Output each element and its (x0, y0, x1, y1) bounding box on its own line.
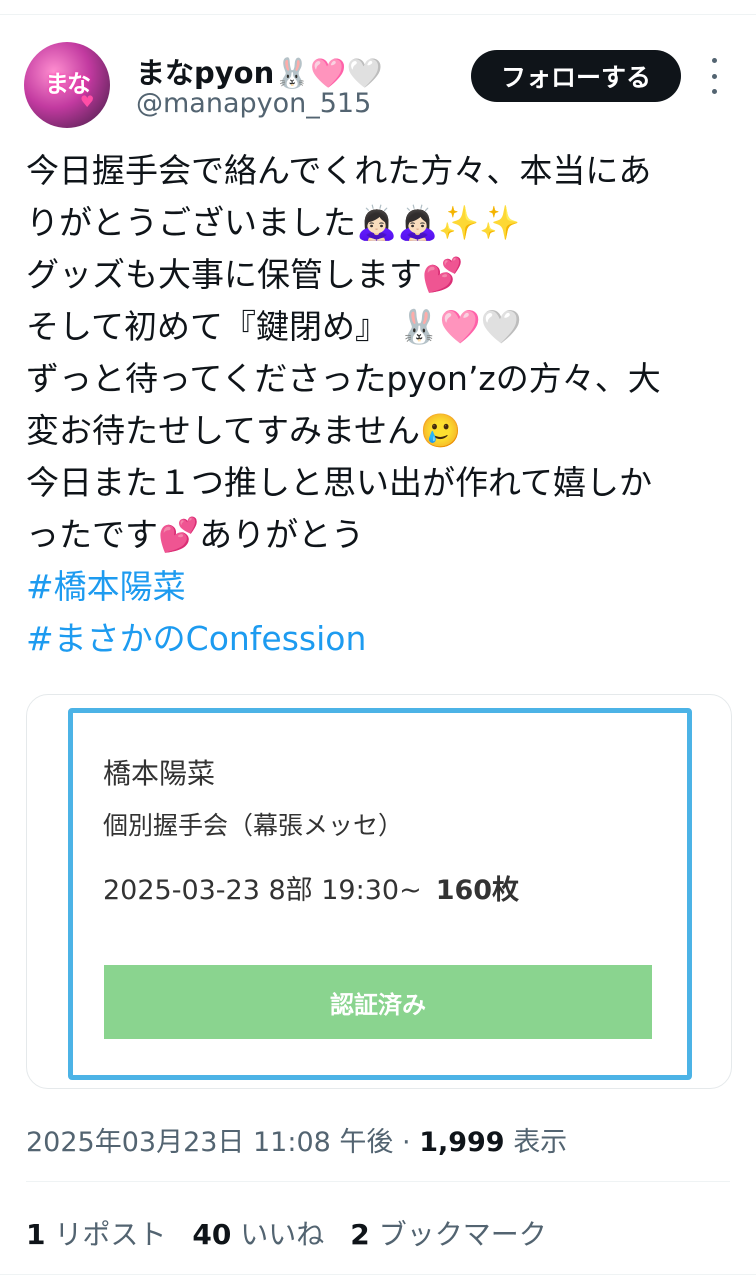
tears-emoji-icon: 🥲 (420, 411, 462, 450)
bowing-sparkles-emoji-icon: 🙇🏻‍♀️🙇🏻‍♀️✨✨ (356, 203, 521, 242)
tweet-line: グッズも大事に保管します💕 (26, 255, 464, 294)
hashtag-link[interactable]: #橋本陽菜 (26, 561, 736, 613)
engagement-stats: 1 リポスト 40 いいね 2 ブックマーク (26, 1213, 547, 1253)
views-label: 表示 (513, 1127, 568, 1158)
display-name-text: まなpyon (136, 56, 275, 90)
tweet-metadata: 2025年03月23日 11:08 午後 · 1,999 表示 (26, 1120, 567, 1159)
bookmarks-label: ブックマーク (378, 1218, 547, 1251)
tweet-text: 今日握手会で絡んでくれた方々、本当にあ りがとうございました🙇🏻‍♀️🙇🏻‍♀️… (26, 145, 736, 665)
verified-status-button: 認証済み (104, 965, 652, 1039)
ticket-date-text: 2025-03-23 8部 19:30~ (103, 875, 422, 906)
bottom-divider (0, 1274, 756, 1275)
author-handle[interactable]: @manapyon_515 (136, 88, 371, 119)
meta-separator: · (402, 1127, 411, 1158)
reposts-count: 1 (26, 1218, 46, 1251)
pink-heart-emoji-icon: 🩷 (310, 56, 347, 90)
white-heart-emoji-icon: 🤍 (346, 56, 383, 90)
bookmarks-count: 2 (350, 1218, 370, 1251)
ticket-date-slot: 2025-03-23 8部 19:30~ 160枚 (103, 868, 519, 907)
divider (26, 1181, 730, 1182)
tweet-line: 今日また１つ推しと思い出が作れて嬉しか (26, 463, 653, 502)
ticket-member-name: 橋本陽菜 (103, 757, 216, 790)
bunny-emoji-icon: 🐰 (274, 56, 311, 90)
follow-button[interactable]: フォローする (471, 50, 681, 102)
bunny-hearts-emoji-icon: 🐰🩷🤍 (398, 307, 522, 346)
tweet-line: りがとうございました🙇🏻‍♀️🙇🏻‍♀️✨✨ (26, 203, 521, 242)
ticket-event-name: 個別握手会（幕張メッセ） (103, 811, 404, 840)
hashtag-link[interactable]: #まさかのConfession (26, 613, 736, 665)
avatar-heart-icon: ♥ (80, 92, 95, 111)
tweet-line: 今日握手会で絡んでくれた方々、本当にあ (26, 151, 652, 190)
author-display-name[interactable]: まなpyon🐰🩷🤍 (136, 50, 383, 92)
tweet-line: そして初めて『鍵閉め』 🐰🩷🤍 (26, 307, 522, 346)
timestamp[interactable]: 2025年03月23日 11:08 午後 (26, 1127, 393, 1158)
views-count: 1,999 (419, 1127, 505, 1158)
tweet-line: 変お待たせしてすみません🥲 (26, 411, 462, 450)
likes-count: 40 (192, 1218, 232, 1251)
tweet-line: ったです💕ありがとう (26, 515, 365, 554)
avatar[interactable]: まな ♥ (24, 42, 110, 128)
reposts-label: リポスト (54, 1218, 167, 1251)
two-hearts-emoji-icon: 💕 (422, 255, 464, 294)
likes-stat[interactable]: 40 いいね (192, 1218, 324, 1251)
bookmarks-stat[interactable]: 2 ブックマーク (350, 1218, 546, 1251)
ticket-count: 160枚 (435, 875, 520, 906)
likes-label: いいね (240, 1218, 325, 1251)
more-options-icon[interactable] (706, 58, 722, 94)
two-hearts-emoji-icon: 💕 (158, 515, 200, 554)
tweet-line: ずっと待ってくださったpyon’zの方々、大 (26, 359, 661, 398)
top-divider (0, 14, 756, 15)
reposts-stat[interactable]: 1 リポスト (26, 1218, 166, 1251)
